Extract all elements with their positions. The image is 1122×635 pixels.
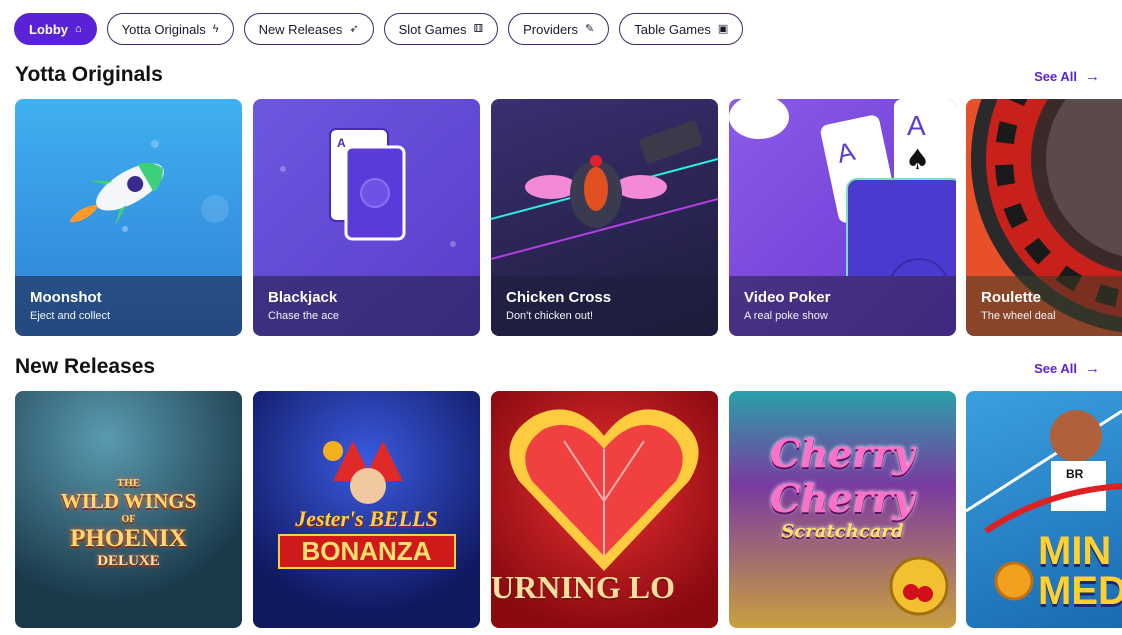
heart-icon xyxy=(509,409,699,571)
pencil-icon: ✎ xyxy=(585,22,595,35)
logo-line: THE xyxy=(116,477,141,489)
card-caption: Roulette The wheel deal xyxy=(966,276,1122,336)
card-icon: ▣ xyxy=(717,22,729,35)
card-caption: Chicken Cross Don't chicken out! xyxy=(491,276,718,336)
game-card-roulette[interactable]: Roulette The wheel deal xyxy=(966,99,1122,336)
game-card-video-poker[interactable]: A A ♠ Video Poker A real poke show xyxy=(729,99,956,336)
tab-new-releases[interactable]: New Releases ➶ xyxy=(243,13,374,45)
section-title-originals: Yotta Originals xyxy=(15,63,163,86)
logo-line: Scratchcard xyxy=(781,521,904,542)
logo-line: Cherry xyxy=(770,476,915,521)
tab-providers[interactable]: Providers ✎ xyxy=(508,13,610,45)
logo-line: Cherry xyxy=(770,431,915,476)
tab-yotta-originals[interactable]: Yotta Originals ϟ xyxy=(106,13,234,45)
game-card-jesters-bells-bonanza[interactable]: Jester's BELLS BONANZA xyxy=(253,391,480,628)
rocket-icon: ➶ xyxy=(349,22,359,35)
logo-line: WILD WINGS xyxy=(60,489,197,513)
see-all-originals-link[interactable]: See All → xyxy=(1034,68,1100,85)
logo-line: BONANZA xyxy=(277,534,456,569)
logo-line: Jester's BELLS xyxy=(295,506,438,531)
logo-line: MIN xyxy=(1038,529,1112,573)
see-all-new-releases-link[interactable]: See All → xyxy=(1034,360,1100,377)
game-logo: THE WILD WINGS OF PHOENIX DELUXE xyxy=(15,477,242,570)
game-tagline: The wheel deal xyxy=(981,310,1056,322)
game-tagline: Don't chicken out! xyxy=(506,310,594,322)
game-card-moonshot[interactable]: Moonshot Eject and collect xyxy=(15,99,242,336)
tab-slot-games[interactable]: Slot Games ⚅ xyxy=(383,13,499,45)
jersey-label: BR xyxy=(1066,467,1084,481)
game-tagline: A real poke show xyxy=(744,310,828,322)
category-nav: Lobby ⌂ Yotta Originals ϟ New Releases ➶… xyxy=(14,13,744,45)
logo-line: DELUXE xyxy=(97,553,160,569)
game-logo: MIN MED xyxy=(1038,531,1122,611)
dice-icon: ⚅ xyxy=(473,22,484,35)
logo-line: PHOENIX xyxy=(70,525,187,552)
jester-icon xyxy=(323,441,403,504)
svg-text:A: A xyxy=(337,136,346,150)
game-name: Chicken Cross xyxy=(506,289,612,306)
chicken-icon xyxy=(491,120,718,260)
game-name: Blackjack xyxy=(268,289,338,306)
tab-label: New Releases xyxy=(258,21,343,37)
tab-label: Table Games xyxy=(634,21,711,37)
game-card-chicken-cross[interactable]: Chicken Cross Don't chicken out! xyxy=(491,99,718,336)
card-caption: Video Poker A real poke show xyxy=(729,276,956,336)
tab-label: Providers xyxy=(523,21,579,37)
game-logo: Cherry Cherry Scratchcard xyxy=(729,431,956,542)
cherry-coin-icon xyxy=(889,556,949,616)
arrow-right-icon: → xyxy=(1085,68,1100,85)
game-card-cherry-cherry[interactable]: Cherry Cherry Scratchcard xyxy=(729,391,956,628)
new-releases-row: THE WILD WINGS OF PHOENIX DELUXE Jester'… xyxy=(15,391,1122,629)
see-all-label: See All xyxy=(1034,69,1077,84)
poker-cards-icon: A A ♠ xyxy=(729,99,956,276)
svg-text:A: A xyxy=(907,110,926,141)
card-caption: Blackjack Chase the ace xyxy=(253,276,480,336)
rocket-icon xyxy=(69,140,229,232)
see-all-label: See All xyxy=(1034,361,1077,376)
svg-text:♠: ♠ xyxy=(905,143,930,176)
logo-line: OF xyxy=(121,514,136,525)
game-card-wild-wings-phoenix[interactable]: THE WILD WINGS OF PHOENIX DELUXE xyxy=(15,391,242,628)
originals-row: Moonshot Eject and collect A Blackjack C… xyxy=(15,99,1122,337)
tab-label: Lobby xyxy=(29,21,68,37)
game-name: Moonshot xyxy=(30,289,102,306)
home-icon: ⌂ xyxy=(75,22,82,35)
section-title-new-releases: New Releases xyxy=(15,355,156,378)
tab-label: Slot Games xyxy=(398,21,467,37)
tab-lobby[interactable]: Lobby ⌂ xyxy=(14,13,97,45)
card-caption: Moonshot Eject and collect xyxy=(15,276,242,336)
lightning-icon: ϟ xyxy=(212,22,219,35)
playing-cards-icon: A xyxy=(280,128,456,247)
tab-label: Yotta Originals xyxy=(121,21,206,37)
game-card-burning-love[interactable]: URNING LO xyxy=(491,391,718,628)
game-logo: URNING LO xyxy=(491,569,676,605)
game-name: Video Poker xyxy=(744,289,831,306)
game-card-blackjack[interactable]: A Blackjack Chase the ace xyxy=(253,99,480,336)
game-logo: Jester's BELLS BONANZA xyxy=(253,506,480,569)
tab-table-games[interactable]: Table Games ▣ xyxy=(619,13,744,45)
logo-line: MED xyxy=(1038,569,1122,613)
game-tagline: Eject and collect xyxy=(30,310,111,322)
game-tagline: Chase the ace xyxy=(268,310,339,322)
game-name: Roulette xyxy=(981,289,1041,306)
game-card-mini-medal[interactable]: BR MIN MED xyxy=(966,391,1122,628)
arrow-right-icon: → xyxy=(1085,360,1100,377)
